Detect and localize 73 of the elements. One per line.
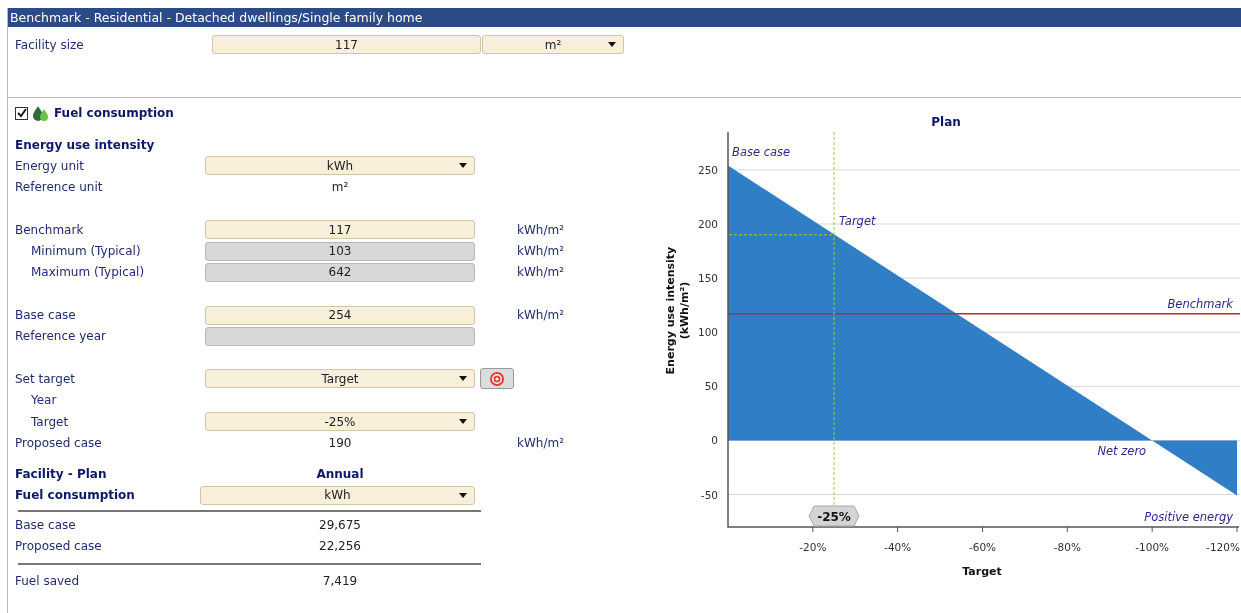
- y-tick-label: 200: [697, 218, 718, 230]
- readonly-field: 642: [205, 262, 475, 282]
- target-icon: [489, 370, 505, 387]
- y-tick-label: 150: [697, 272, 718, 285]
- value-text: m²: [330, 180, 350, 195]
- dropdown[interactable]: kWh: [205, 156, 475, 176]
- field-label: Reference unit: [15, 180, 104, 195]
- x-axis-title: Target: [962, 565, 1002, 578]
- target-marker[interactable]: -25%: [808, 505, 860, 527]
- caret-icon: [459, 419, 467, 424]
- x-tick-label: -100%: [1135, 541, 1170, 553]
- field-label: Base case: [15, 308, 77, 322]
- value-text: 29,675: [318, 517, 362, 532]
- field-label: Reference year: [15, 329, 107, 344]
- x-tick-label: -20%: [799, 541, 827, 553]
- column-heading: Annual: [315, 467, 365, 482]
- value-text: 7,419: [321, 574, 359, 589]
- caret-icon: [459, 492, 467, 498]
- row-label: Proposed case: [15, 539, 103, 553]
- section-heading: Energy use intensity: [15, 137, 156, 152]
- y-tick-label: 50: [704, 380, 718, 393]
- unit-label: kWh/m²: [517, 222, 565, 237]
- chart-title: Plan: [931, 115, 961, 129]
- section-title: Fuel consumption: [54, 106, 174, 120]
- annotation: -25%: [817, 510, 851, 524]
- y-tick-label: -50: [700, 488, 718, 501]
- readonly-field: 103: [205, 241, 475, 261]
- unit-label: kWh/m²: [517, 435, 565, 450]
- x-tick-label: -60%: [968, 541, 997, 553]
- input-field[interactable]: 117: [205, 220, 475, 240]
- chart-annotation: Net zero: [1097, 444, 1147, 459]
- dropdown[interactable]: m²: [482, 35, 624, 54]
- field-label: Set target: [15, 371, 76, 386]
- field-label: Benchmark: [15, 222, 85, 237]
- input-field[interactable]: 254: [205, 305, 475, 325]
- x-tick-label: -40%: [884, 541, 912, 553]
- field-label: Target: [30, 414, 70, 429]
- dropdown[interactable]: kWh: [200, 485, 475, 505]
- input-field[interactable]: 117: [212, 35, 481, 54]
- dropdown[interactable]: -25%: [205, 412, 475, 431]
- field-label: Energy unit: [15, 158, 86, 173]
- value-text: 22,256: [318, 539, 362, 553]
- caret-icon: [459, 163, 467, 169]
- unit-label: kWh/m²: [517, 308, 565, 322]
- section-heading: Facility - Plan: [15, 467, 108, 482]
- y-tick-label: 250: [697, 163, 718, 176]
- field-label: Fuel consumption: [15, 488, 136, 503]
- chart-annotation: Target: [839, 213, 876, 228]
- chart-annotation: Positive energy: [1144, 510, 1233, 524]
- caret-icon: [608, 42, 616, 47]
- y-tick-label: 0: [711, 434, 718, 447]
- value-text: 190: [327, 435, 353, 450]
- field-label: Maximum (Typical): [30, 265, 146, 280]
- unit-label: kWh/m²: [517, 265, 565, 280]
- unit-label: kWh/m²: [517, 244, 565, 259]
- chart-annotation: Base case: [732, 144, 791, 159]
- y-tick-label: 100: [697, 326, 718, 339]
- field-label: Minimum (Typical): [30, 244, 142, 259]
- row-label: Base case: [15, 517, 77, 532]
- checkbox[interactable]: [15, 106, 28, 120]
- window-title: Benchmark - Residential - Detached dwellings/Single family home: [8, 8, 1241, 27]
- row-label: Fuel saved: [15, 574, 81, 589]
- y-axis-title: Energy use intensity (kWh/m²): [664, 246, 691, 375]
- field-label: Year: [30, 393, 58, 408]
- chart-annotation: Benchmark: [1167, 296, 1233, 311]
- x-tick-label: -120%: [1206, 541, 1240, 553]
- dropdown[interactable]: Target: [205, 369, 475, 389]
- field-label: Proposed case: [15, 435, 103, 450]
- field-label: Facility size: [15, 37, 85, 52]
- fuel-drops-icon: [32, 104, 50, 122]
- x-tick-label: -80%: [1053, 541, 1081, 553]
- target-button[interactable]: [480, 368, 514, 390]
- caret-icon: [459, 376, 467, 382]
